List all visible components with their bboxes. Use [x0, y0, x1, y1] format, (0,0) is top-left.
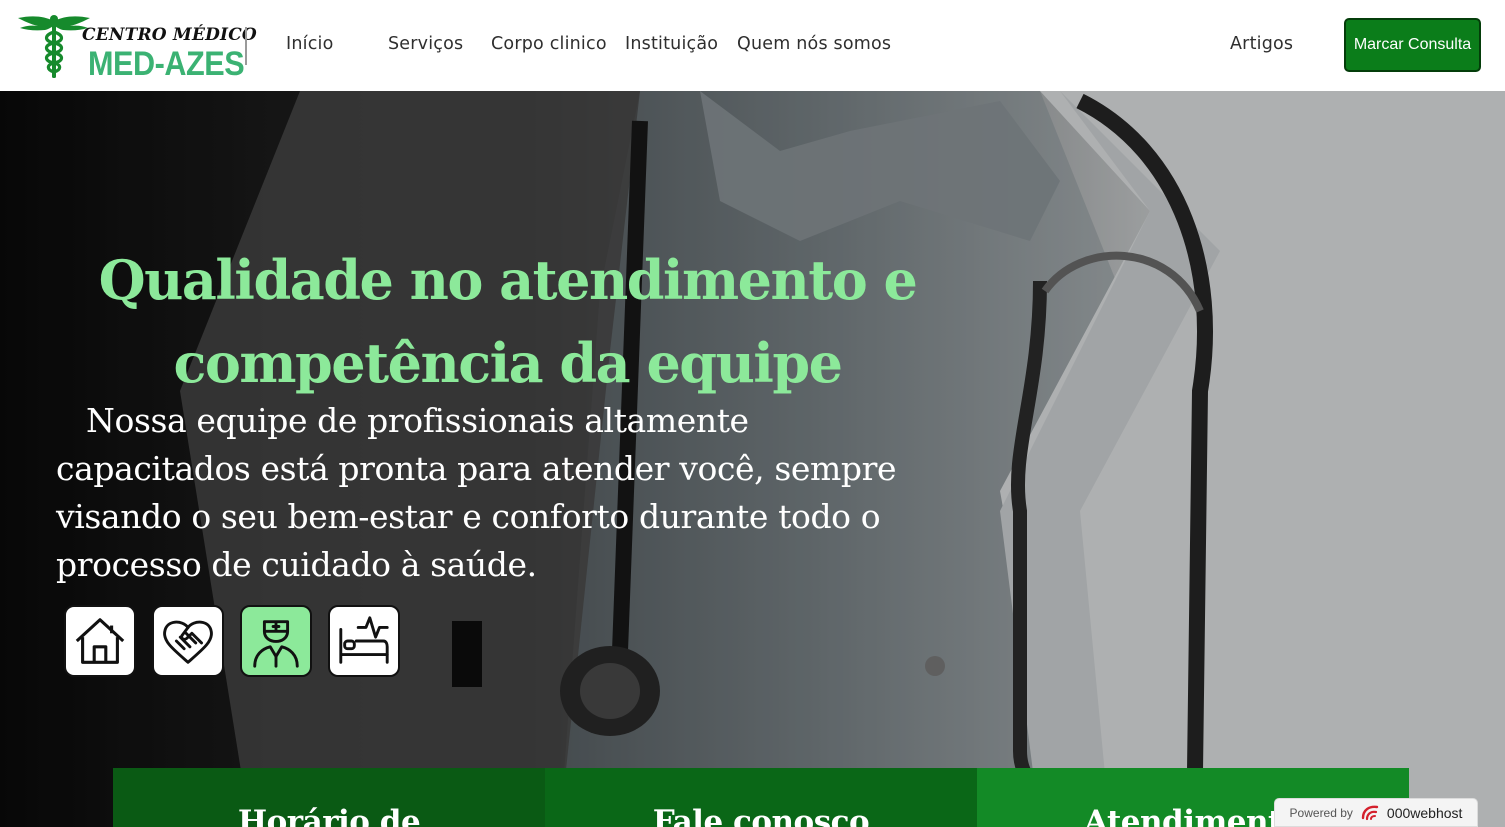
card-horario-title: Horário de	[237, 804, 421, 827]
home-icon[interactable]	[64, 605, 136, 677]
handshake-heart-icon[interactable]	[152, 605, 224, 677]
info-cards: Horário de Fale conosco Atendimento	[113, 768, 1409, 827]
card-fale-conosco[interactable]: Fale conosco	[545, 768, 977, 827]
nav-corpo-clinico[interactable]: Corpo clinico	[491, 34, 607, 54]
caduceus-logo-icon	[18, 15, 90, 78]
webhost-brand: 000webhost	[1386, 804, 1463, 821]
site-logo[interactable]: CENTRO MÉDICO MED-AZES	[14, 12, 257, 83]
powered-by-label: Powered by	[1289, 805, 1353, 820]
hero-title: Qualidade no atendimento e competência d…	[98, 248, 918, 395]
hero-description: Nossa equipe de profissionais altamente …	[56, 401, 897, 584]
webhost-logo-icon	[1361, 805, 1379, 820]
nav-quem-nos-somos[interactable]: Quem nós somos	[737, 34, 891, 54]
logo-title: MED-AZES	[88, 45, 245, 83]
nurse-icon[interactable]	[240, 605, 312, 677]
nav-servicos[interactable]: Serviços	[388, 34, 463, 54]
nav-inicio[interactable]: Início	[286, 34, 334, 54]
card-fale-conosco-title: Fale conosco	[652, 804, 870, 827]
book-appointment-button[interactable]: Marcar Consulta	[1344, 18, 1481, 72]
card-horario[interactable]: Horário de	[113, 768, 545, 827]
hosting-badge[interactable]: Powered by 000webhost	[1274, 798, 1478, 827]
nav-instituicao[interactable]: Instituição	[625, 34, 718, 54]
logo-divider	[245, 27, 247, 65]
logo-subtitle: CENTRO MÉDICO	[82, 25, 257, 45]
hero-section: Qualidade no atendimento e competência d…	[0, 91, 1505, 827]
hospital-bed-icon[interactable]	[328, 605, 400, 677]
site-header: CENTRO MÉDICO MED-AZES Início Serviços C…	[0, 0, 1505, 91]
nav-artigos[interactable]: Artigos	[1230, 34, 1293, 54]
